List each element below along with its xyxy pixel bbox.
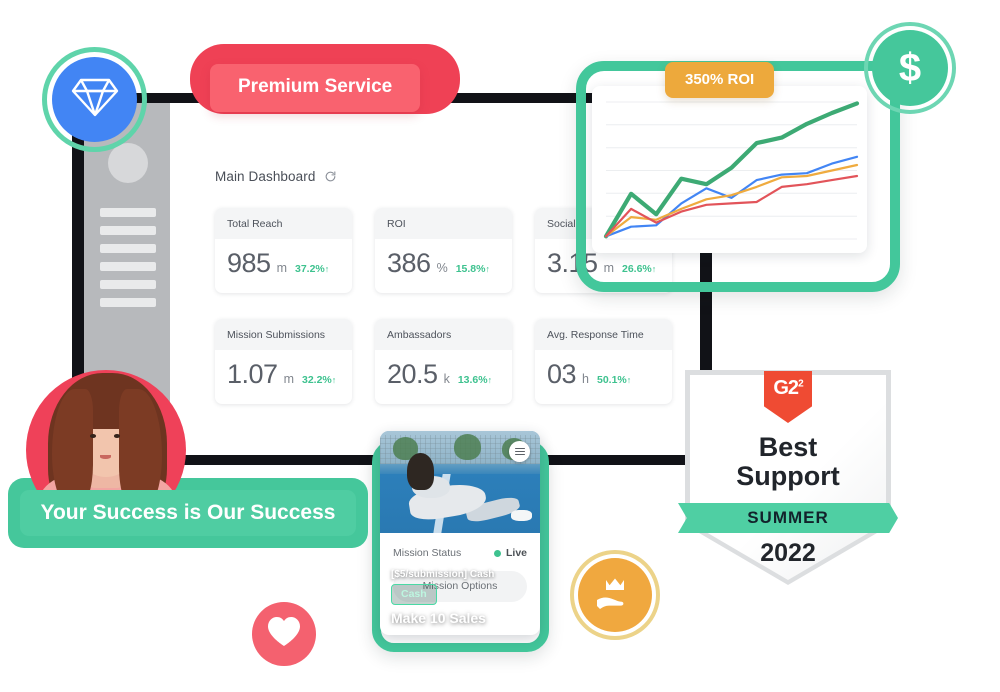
roi-badge: 350% ROI [665, 62, 775, 98]
trend-up-icon: ↑ [331, 375, 337, 385]
g2-logo-superscript: 2 [798, 378, 803, 390]
sidebar-avatar-placeholder [108, 143, 148, 183]
g2-award-title-line1: Best [758, 432, 818, 462]
metric-label: Avg. Response Time [535, 319, 672, 350]
sidebar-nav-item[interactable] [100, 244, 156, 253]
metric-cards-row-2: Mission Submissions 1.07 m 32.2%↑ Ambass… [215, 319, 672, 404]
trend-up-icon: ↑ [485, 264, 490, 274]
metric-label: ROI [375, 208, 512, 239]
metric-card-total-reach[interactable]: Total Reach 985 m 37.2%↑ [215, 208, 352, 293]
metric-value: 20.5 [387, 359, 438, 389]
metric-card-roi[interactable]: ROI 386 % 15.8%↑ [375, 208, 512, 293]
metric-delta-value: 32.2% [301, 374, 332, 386]
mission-overlay: [$5/submission] Cash Cash Make 10 Sales [380, 569, 540, 635]
metric-label: Mission Submissions [215, 319, 352, 350]
heart-icon [267, 616, 301, 652]
metric-label: Total Reach [215, 208, 352, 239]
metric-delta: 50.1%↑ [597, 374, 631, 386]
live-status-dot [493, 549, 501, 557]
metric-delta: 15.8%↑ [456, 263, 490, 275]
g2-award-title: Best Support [690, 433, 886, 490]
metric-unit: m [276, 261, 287, 275]
g2-best-support-badge: G22 Best Support SUMMER 2022 [678, 370, 898, 585]
sidebar-nav-item[interactable] [100, 280, 156, 289]
metric-unit: h [582, 372, 589, 386]
crown-badge [578, 558, 652, 632]
sidebar-nav-item[interactable] [100, 226, 156, 235]
metric-unit: % [436, 261, 448, 275]
g2-logo-label: G2 [773, 377, 799, 399]
mission-title: Make 10 Sales [391, 610, 486, 626]
sidebar-nav-skeleton [100, 208, 156, 316]
refresh-icon[interactable] [324, 170, 337, 183]
mission-card[interactable]: [$5/submission] Cash Cash Make 10 Sales … [380, 431, 540, 635]
mission-submission-label: [$5/submission] Cash [391, 569, 495, 580]
mission-status-label: Mission Status [393, 547, 462, 559]
diamond-icon [71, 75, 119, 124]
success-tagline-pill: Your Success is Our Success [20, 490, 356, 536]
diamond-badge [52, 57, 137, 142]
performance-chart-card[interactable] [592, 86, 867, 253]
trend-up-icon: ↑ [487, 375, 493, 385]
dollar-icon: $ [898, 46, 922, 90]
dollar-badge: $ [872, 30, 948, 106]
trend-up-icon: ↑ [626, 375, 632, 385]
metric-value: 03 [547, 359, 577, 389]
sidebar-nav-item[interactable] [100, 262, 156, 271]
hero-composition: Main Dashboard Total Reach 985 m 37.2%↑ … [0, 0, 1000, 692]
premium-service-pill: Premium Service [210, 64, 421, 112]
metric-value: 1.07 [227, 359, 278, 389]
metric-delta-value: 13.6% [457, 374, 488, 386]
dashboard-header: Main Dashboard [215, 169, 337, 184]
hamburger-menu-icon[interactable] [509, 441, 530, 462]
metric-value: 985 [227, 248, 271, 278]
metric-card-mission-submissions[interactable]: Mission Submissions 1.07 m 32.2%↑ [215, 319, 352, 404]
mission-status-value: Live [505, 547, 527, 559]
metric-label: Ambassadors [375, 319, 512, 350]
mission-photo [380, 431, 540, 533]
metric-card-ambassadors[interactable]: Ambassadors 20.5 k 13.6%↑ [375, 319, 512, 404]
metric-unit: k [443, 372, 450, 386]
metric-delta-value: 50.1% [597, 374, 627, 386]
metric-delta: 32.2%↑ [302, 374, 336, 386]
metric-delta: 37.2%↑ [295, 263, 329, 275]
metric-value: 386 [387, 248, 431, 278]
metric-delta-value: 15.8% [455, 263, 486, 275]
g2-logo-text: G22 [773, 377, 803, 400]
g2-year-label: 2022 [760, 539, 816, 567]
g2-season-ribbon: SUMMER [678, 503, 898, 533]
sidebar-nav-item[interactable] [100, 298, 156, 307]
sidebar-nav-item[interactable] [100, 208, 156, 217]
performance-line-chart [603, 101, 860, 240]
mission-type-badge: Cash [391, 584, 437, 605]
g2-season-label: SUMMER [747, 508, 829, 527]
metric-unit: m [283, 372, 294, 386]
page-title: Main Dashboard [215, 169, 316, 184]
metric-delta: 13.6%↑ [458, 374, 492, 386]
g2-award-title-line2: Support [736, 460, 840, 491]
heart-badge [252, 602, 316, 666]
metric-delta-value: 37.2% [294, 263, 325, 275]
trend-up-icon: ↑ [324, 264, 330, 274]
metric-card-avg-response-time[interactable]: Avg. Response Time 03 h 50.1%↑ [535, 319, 672, 404]
hand-holding-crown-icon [594, 573, 636, 618]
